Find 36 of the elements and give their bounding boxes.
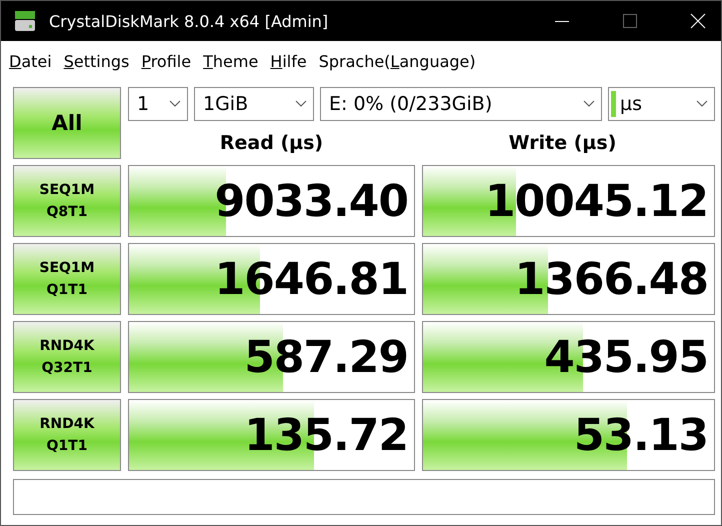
size-dropdown[interactable]: 1GiB — [194, 87, 314, 121]
close-icon — [690, 13, 706, 29]
test-button[interactable]: SEQ1M Q1T1 — [13, 243, 121, 315]
menu-item[interactable]: Settings — [58, 52, 136, 70]
test-button[interactable]: RND4K Q32T1 — [13, 321, 121, 393]
result-value: 1366.48 — [514, 254, 708, 304]
result-value: 9033.40 — [214, 176, 408, 226]
comment-field[interactable] — [13, 479, 715, 515]
unit-dropdown[interactable]: µs — [608, 87, 715, 121]
menu-item[interactable]: Datei — [3, 52, 58, 70]
result-value: 435.95 — [544, 332, 708, 382]
bar-icon — [611, 91, 616, 117]
menu-item[interactable]: Hilfe — [264, 52, 313, 70]
test-button[interactable]: SEQ1M Q8T1 — [13, 165, 121, 237]
count-dropdown[interactable]: 1 — [128, 87, 188, 121]
all-button[interactable]: All — [13, 87, 121, 159]
maximize-icon — [623, 14, 637, 28]
chevron-down-icon — [169, 100, 181, 108]
minimize-icon — [555, 20, 569, 22]
menu-item[interactable]: Profile — [135, 52, 198, 70]
result-value: 587.29 — [244, 332, 408, 382]
column-header: Read (µs) — [220, 132, 324, 154]
chevron-down-icon — [295, 100, 307, 108]
result-value: 1646.81 — [214, 254, 408, 304]
test-button[interactable]: RND4K Q1T1 — [13, 399, 121, 471]
window-title: CrystalDiskMark 8.0.4 x64 [Admin] — [49, 12, 330, 30]
result-value: 53.13 — [574, 410, 708, 460]
column-header: Write (µs) — [508, 132, 616, 154]
result-value: 10045.12 — [484, 176, 708, 226]
chevron-down-icon — [696, 100, 708, 108]
result-value: 135.72 — [244, 410, 408, 460]
drive-dropdown[interactable]: E: 0% (0/233GiB) — [320, 87, 602, 121]
menu-item[interactable]: Theme — [197, 52, 264, 70]
menu-item[interactable]: Sprache(Language) — [312, 52, 482, 70]
chevron-down-icon — [583, 100, 595, 108]
disk-drive-icon — [13, 9, 37, 33]
